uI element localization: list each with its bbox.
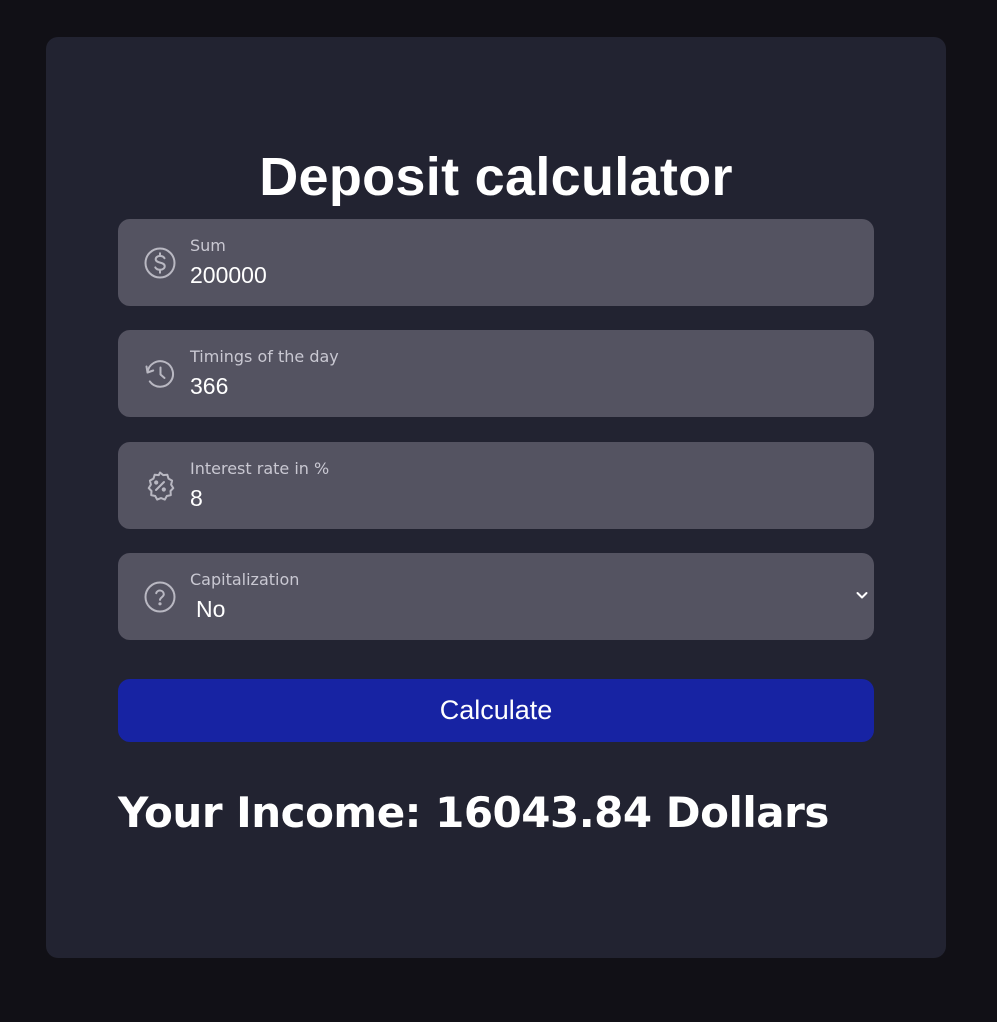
calculate-button[interactable]: Calculate (118, 679, 874, 742)
capitalization-label: Capitalization (190, 570, 300, 589)
income-result: Your Income: 16043.84 Dollars (118, 785, 829, 841)
interest-rate-input[interactable] (190, 483, 830, 513)
sum-label: Sum (190, 236, 226, 255)
chevron-down-icon[interactable] (854, 587, 870, 603)
dollar-circle-icon (142, 245, 178, 281)
income-unit: Dollars (665, 788, 830, 837)
interest-rate-field[interactable]: Interest rate in % (118, 442, 874, 529)
income-amount: 16043.84 (435, 788, 652, 837)
history-icon (142, 356, 178, 392)
question-circle-icon (142, 579, 178, 615)
days-field[interactable]: Timings of the day (118, 330, 874, 417)
sum-input[interactable] (190, 260, 830, 290)
days-input[interactable] (190, 371, 830, 401)
sum-field[interactable]: Sum (118, 219, 874, 306)
page-title: Deposit calculator (259, 147, 733, 207)
capitalization-field[interactable]: Capitalization No (118, 553, 874, 640)
capitalization-select[interactable]: No (196, 594, 836, 624)
calculator-card: Deposit calculator Sum Timings of the da… (46, 37, 946, 958)
income-prefix: Your Income: (118, 788, 421, 837)
days-label: Timings of the day (190, 347, 339, 366)
interest-rate-label: Interest rate in % (190, 459, 330, 478)
percent-badge-icon (142, 468, 178, 504)
